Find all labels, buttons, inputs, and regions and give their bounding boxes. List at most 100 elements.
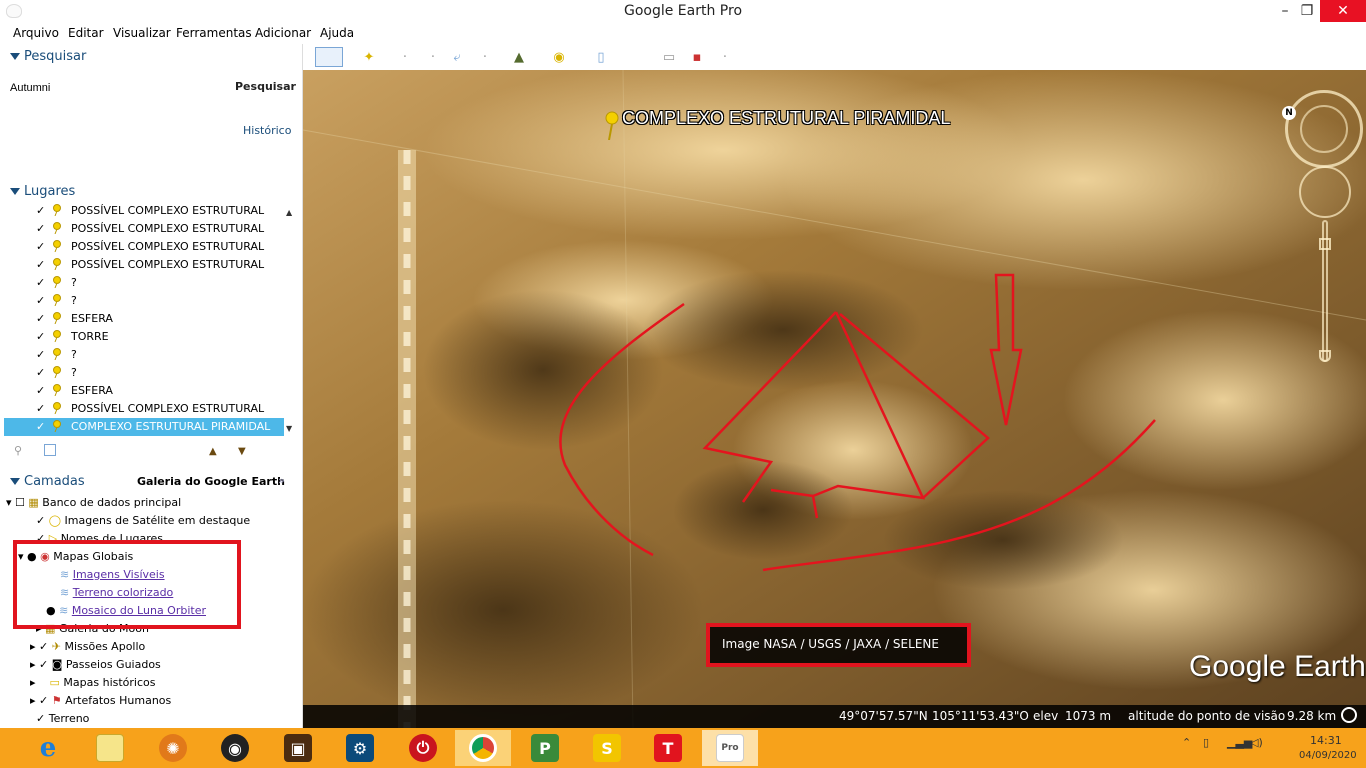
clock-time[interactable]: 14:31	[1310, 734, 1342, 747]
print-icon[interactable]: ▪	[687, 47, 707, 67]
record-tour-icon[interactable]: ·	[475, 47, 495, 67]
settings-app-icon[interactable]: ⚙	[332, 730, 388, 766]
layers-section-header[interactable]: Camadas	[10, 474, 85, 489]
layer-main-db[interactable]: ▾ ☐ ▦ Banco de dados principal	[6, 494, 181, 512]
pushpin-icon	[52, 276, 62, 289]
power-app-icon[interactable]: ⏻	[395, 730, 451, 766]
checkbox[interactable]: ✓	[36, 238, 45, 256]
place-item[interactable]: ✓ POSSÍVEL COMPLEXO ESTRUTURAL	[36, 400, 286, 418]
earth-gallery-button[interactable]: Galeria do Google Earth	[137, 475, 285, 488]
checkbox[interactable]: ✓	[36, 400, 45, 418]
clock-date[interactable]: 04/09/2020	[1299, 750, 1357, 761]
places-section-header[interactable]: Lugares	[10, 184, 75, 199]
checkbox[interactable]: ✓	[36, 220, 45, 238]
place-item[interactable]: ✓?	[36, 346, 286, 364]
device-icon[interactable]: ▯	[1203, 736, 1209, 749]
volume-icon[interactable]: ◁)	[1250, 736, 1263, 749]
place-item[interactable]: ✓ POSSÍVEL COMPLEXO ESTRUTURAL	[36, 238, 286, 256]
place-item[interactable]: ✓ ESFERA	[36, 310, 286, 328]
checkbox[interactable]: ✓	[36, 346, 45, 364]
search-places-icon[interactable]: ⚲	[14, 444, 22, 457]
menu-ferramentas[interactable]: Ferramentas	[176, 26, 252, 40]
internet-explorer-icon[interactable]: e	[20, 730, 76, 766]
layer-featured-imagery[interactable]: ✓ ◯ Imagens de Satélite em destaque	[36, 512, 250, 530]
checkbox[interactable]: ✓	[36, 418, 45, 436]
history-link[interactable]: Histórico	[243, 124, 291, 137]
place-label: POSSÍVEL COMPLEXO ESTRUTURAL	[71, 402, 265, 415]
tray-chevron-icon[interactable]: ⌃	[1182, 736, 1191, 749]
layer-label: Missões Apollo	[64, 640, 146, 653]
place-item[interactable]: ✓ TORRE	[36, 328, 286, 346]
sd-maid-icon[interactable]: ✺	[145, 730, 201, 766]
publisher-icon[interactable]: P	[517, 730, 573, 766]
place-item[interactable]: ✓ POSSÍVEL COMPLEXO ESTRUTURAL	[36, 202, 286, 220]
place-item[interactable]: ✓ POSSÍVEL COMPLEXO ESTRUTURAL	[36, 220, 286, 238]
checkbox[interactable]: ✓	[36, 310, 45, 328]
placemark-label[interactable]: COMPLEXO ESTRUTURAL PIRAMIDAL	[622, 108, 950, 129]
sidebar-toggle-icon[interactable]	[315, 47, 343, 67]
pushpin-icon	[52, 330, 62, 343]
layer-human-artifacts[interactable]: ▸ ✓ ⚑ Artefatos Humanos	[30, 692, 171, 710]
place-item[interactable]: ✓ ESFERA	[36, 382, 286, 400]
move-up-icon[interactable]: ▲	[209, 446, 217, 457]
highlight-box-layers	[13, 540, 241, 629]
layer-label: Banco de dados principal	[42, 496, 182, 509]
gallery-arrows-icon[interactable]: »	[278, 474, 285, 487]
search-input[interactable]	[10, 80, 225, 96]
menu-adicionar[interactable]: Adicionar	[255, 26, 311, 40]
menu-visualizar[interactable]: Visualizar	[113, 26, 171, 40]
photo-app-icon[interactable]: ▣	[270, 730, 326, 766]
look-joystick[interactable]	[1299, 166, 1351, 218]
pushpin-icon[interactable]	[603, 110, 621, 141]
zoom-slider[interactable]	[1319, 220, 1331, 362]
move-down-icon[interactable]: ▼	[238, 446, 246, 457]
layer-historic-maps[interactable]: ▸ ▭ Mapas históricos	[30, 674, 156, 692]
status-bar: 49°07'57.57"N 105°11'53.43"O elev 1073 m…	[303, 705, 1366, 728]
checkbox[interactable]: ✓	[36, 202, 45, 220]
historical-imagery-icon[interactable]: ▲	[509, 47, 529, 67]
place-item[interactable]: ✓ COMPLEXO ESTRUTURAL PIRAMIDAL	[4, 418, 284, 436]
checkbox[interactable]: ✓	[36, 292, 45, 310]
pushpin-icon	[52, 384, 62, 397]
sway-icon[interactable]: S	[579, 730, 635, 766]
place-item[interactable]: ✓?	[36, 274, 286, 292]
save-image-icon[interactable]: ·	[715, 47, 735, 67]
search-section-header[interactable]: Pesquisar	[10, 49, 86, 64]
chrome-icon[interactable]	[455, 730, 511, 766]
search-button[interactable]: Pesquisar	[235, 80, 296, 93]
add-image-overlay-icon[interactable]: ⤶	[447, 47, 467, 67]
place-item[interactable]: ✓?	[36, 364, 286, 382]
file-explorer-icon[interactable]	[82, 730, 138, 766]
add-path-icon[interactable]: ·	[423, 47, 443, 67]
menu-arquivo[interactable]: Arquivo	[13, 26, 59, 40]
layer-terrain[interactable]: ✓ Terreno	[36, 710, 89, 728]
planets-icon[interactable]: ◉	[549, 47, 569, 67]
signal-icon[interactable]: ▁▃▅	[1227, 736, 1252, 749]
close-button[interactable]: ✕	[1320, 0, 1366, 22]
layer-label: Mapas históricos	[63, 676, 156, 689]
menu-ajuda[interactable]: Ajuda	[320, 26, 354, 40]
place-item[interactable]: ✓?	[36, 292, 286, 310]
menu-editar[interactable]: Editar	[68, 26, 104, 40]
checkbox[interactable]: ✓	[36, 364, 45, 382]
map-view-toggle-icon[interactable]	[44, 444, 56, 456]
google-earth-pro-taskbar-icon[interactable]: Pro	[702, 730, 758, 766]
checkbox[interactable]: ✓	[36, 256, 45, 274]
checkbox[interactable]: ✓	[36, 274, 45, 292]
checkbox[interactable]: ✓	[36, 328, 45, 346]
email-icon[interactable]: ▭	[659, 47, 679, 67]
scroll-up-icon[interactable]: ▲	[286, 208, 292, 217]
t-app-icon[interactable]: T	[640, 730, 696, 766]
checkbox[interactable]: ✓	[36, 382, 45, 400]
scroll-down-icon[interactable]: ▼	[286, 424, 292, 433]
compass-ring[interactable]	[1285, 90, 1363, 168]
ruler-icon[interactable]: ▯	[591, 47, 611, 67]
add-polygon-icon[interactable]: ·	[395, 47, 415, 67]
media-player-icon[interactable]: ◉	[207, 730, 263, 766]
north-icon[interactable]: N	[1282, 106, 1296, 120]
layer-apollo[interactable]: ▸ ✓ ✈ Missões Apollo	[30, 638, 145, 656]
layer-guided-tours[interactable]: ▸ ✓ ◙ Passeios Guiados	[30, 656, 161, 674]
add-placemark-icon[interactable]: ✦	[359, 47, 379, 67]
place-item[interactable]: ✓ POSSÍVEL COMPLEXO ESTRUTURAL	[36, 256, 286, 274]
map-view[interactable]: COMPLEXO ESTRUTURAL PIRAMIDAL N Image NA…	[303, 70, 1366, 728]
